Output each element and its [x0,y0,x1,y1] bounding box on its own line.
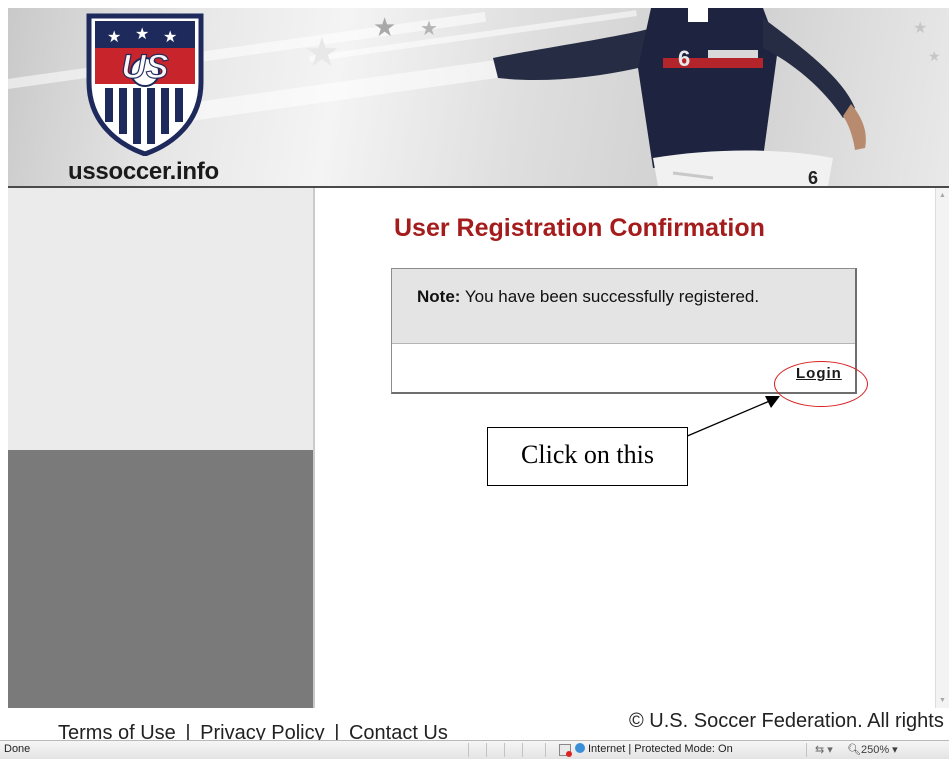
svg-text:6: 6 [678,46,690,71]
annotation-arrow [684,396,780,438]
svg-text:★: ★ [163,27,177,46]
svg-text:★: ★ [107,27,121,46]
star-icon: ★ [420,18,438,40]
left-panel-top [8,188,313,450]
globe-icon [575,743,585,753]
security-zone[interactable]: Internet | Protected Mode: On [575,743,733,755]
status-divider [806,743,807,757]
site-name[interactable]: ussoccer.info [68,158,219,186]
popup-blocked-icon[interactable] [559,744,572,757]
tools-dropdown-icon[interactable]: ⇆ ▾ [815,743,833,756]
copyright-text: © U.S. Soccer Federation. All rights [629,710,944,732]
svg-text:★: ★ [135,24,149,43]
star-icon: ★ [304,31,340,75]
status-text: Done [4,743,31,755]
browser-status-bar: Done Internet | Protected Mode: On ⇆ ▾ 🔍… [0,740,949,759]
status-divider [522,743,523,757]
column-divider [313,188,315,708]
status-divider [468,743,469,757]
vertical-scrollbar[interactable]: ▲ ▼ [935,188,949,708]
note-message: Note: You have been successfully registe… [417,287,759,307]
status-divider [545,743,546,757]
note-label: Note: [417,287,461,306]
zoom-level[interactable]: 🔍︎250% ▾ [847,743,898,756]
status-divider [504,743,505,757]
zone-text: Internet | Protected Mode: On [588,743,733,755]
us-soccer-crest-logo[interactable]: ★ ★ ★ US [85,12,205,156]
crest-letters: US [121,48,169,86]
note-text: You have been successfully registered. [464,287,760,306]
site-header-banner: ★ ★ ★ ★ ★ ★ ★ ★ US 6 6 ussoccer.info [8,8,949,186]
page-title: User Registration Confirmation [394,214,765,242]
star-icon: ★ [373,12,397,42]
zoom-value: 250% [860,744,890,756]
scroll-down-icon[interactable]: ▼ [939,697,946,704]
note-panel: Note: You have been successfully registe… [392,269,855,344]
svg-text:6: 6 [808,168,818,186]
left-panel-bottom [8,450,313,708]
status-divider [486,743,487,757]
annotation-callout: Click on this [487,427,688,486]
annotation-text: Click on this [521,440,654,469]
soccer-player-image: 6 6 [493,8,866,186]
scroll-up-icon[interactable]: ▲ [939,192,946,199]
